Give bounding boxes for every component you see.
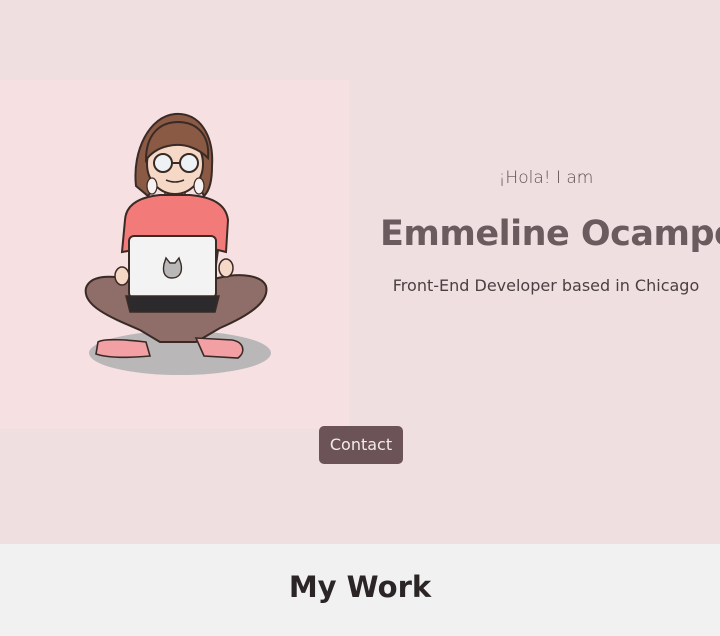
illustration-panel — [0, 80, 349, 429]
contact-button[interactable]: Contact — [319, 426, 403, 464]
developer-illustration — [84, 112, 271, 375]
developer-name: Emmeline Ocampo — [380, 214, 720, 254]
hero-section: ¡Hola! I am Emmeline Ocampo Front-End De… — [0, 0, 720, 544]
my-work-section: My Work — [0, 544, 720, 636]
role-tagline: Front-End Developer based in Chicago — [392, 276, 700, 295]
greeting-text: ¡Hola! I am — [498, 168, 594, 188]
my-work-heading: My Work — [288, 570, 432, 604]
